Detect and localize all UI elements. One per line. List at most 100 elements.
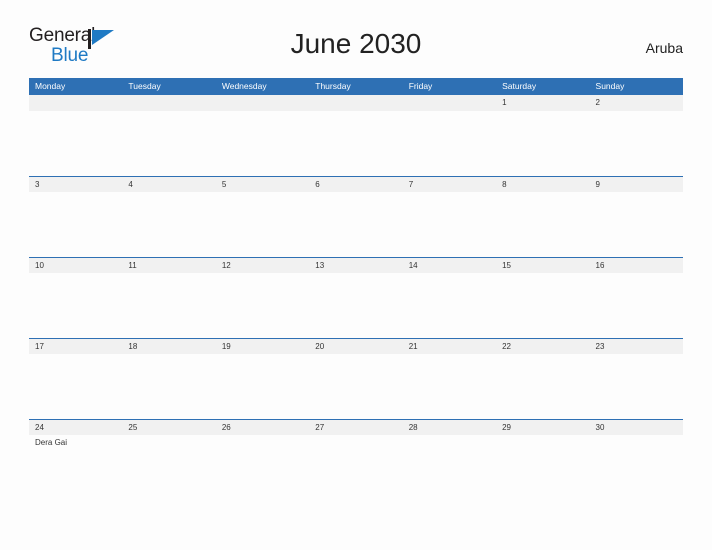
calendar-grid: Monday Tuesday Wednesday Thursday Friday Satu…: [29, 78, 683, 500]
day-number-empty: [122, 95, 215, 111]
week-event-strip: [29, 192, 683, 257]
day-number-10[interactable]: 10: [29, 258, 122, 273]
calendar-week-row: 10 11 12 13 14 15 16: [29, 257, 683, 338]
day-number-empty: [216, 95, 309, 111]
week-date-strip: 24 25 26 27 28 29 30: [29, 419, 683, 435]
day-cell-body[interactable]: [590, 354, 683, 419]
day-number-24[interactable]: 24: [29, 420, 122, 435]
day-cell-body[interactable]: [403, 354, 496, 419]
day-cell-body[interactable]: [496, 354, 589, 419]
day-cell-body[interactable]: [496, 435, 589, 500]
week-date-strip: 10 11 12 13 14 15 16: [29, 257, 683, 273]
day-cell-body[interactable]: [309, 111, 402, 176]
calendar-page: General Blue June 2030 Aruba Monday Tuesd…: [0, 0, 712, 550]
weekday-header-friday: Friday: [408, 81, 433, 91]
day-number-18[interactable]: 18: [122, 339, 215, 354]
calendar-week-row: 12: [29, 95, 683, 176]
day-cell-body[interactable]: [496, 273, 589, 338]
day-number-12[interactable]: 12: [216, 258, 309, 273]
day-cell-body[interactable]: [590, 273, 683, 338]
day-cell-body[interactable]: [496, 111, 589, 176]
day-cell-body[interactable]: [590, 435, 683, 500]
day-cell-body[interactable]: [122, 273, 215, 338]
day-cell-body[interactable]: [122, 354, 215, 419]
day-cell-body[interactable]: [29, 192, 122, 257]
day-number-27[interactable]: 27: [309, 420, 402, 435]
day-number-13[interactable]: 13: [309, 258, 402, 273]
weekday-header-tuesday: Tuesday: [128, 81, 161, 91]
day-number-25[interactable]: 25: [122, 420, 215, 435]
calendar-week-row: 24 25 26 27 28 29 30 Dera Gai: [29, 419, 683, 500]
day-number-20[interactable]: 20: [309, 339, 402, 354]
week-event-strip: Dera Gai: [29, 435, 683, 500]
day-cell-body[interactable]: [29, 273, 122, 338]
week-event-strip: [29, 354, 683, 419]
day-cell-body[interactable]: [403, 435, 496, 500]
day-number-26[interactable]: 26: [216, 420, 309, 435]
week-date-strip: 3456789: [29, 176, 683, 192]
day-cell-body[interactable]: [309, 435, 402, 500]
day-cell-body[interactable]: [309, 192, 402, 257]
weekday-header-monday: Monday: [35, 81, 66, 91]
day-number-22[interactable]: 22: [496, 339, 589, 354]
calendar-week-row: 3456789: [29, 176, 683, 257]
day-number-empty: [309, 95, 402, 111]
day-cell-body[interactable]: [496, 192, 589, 257]
day-number-15[interactable]: 15: [496, 258, 589, 273]
weekday-header-saturday: Saturday: [502, 81, 537, 91]
day-number-empty: [29, 95, 122, 111]
day-number-17[interactable]: 17: [29, 339, 122, 354]
page-title: June 2030: [290, 28, 422, 59]
page-header: General Blue June 2030 Aruba: [0, 0, 712, 65]
day-number-16[interactable]: 16: [590, 258, 683, 273]
day-number-8[interactable]: 8: [496, 177, 589, 192]
day-cell-body[interactable]: [216, 273, 309, 338]
calendar-weeks: 1 2 3 4 5 6 7 8 9 10 11 12 13 14 15 16 17 18 19 20 21 22 23 24 2…: [29, 95, 683, 500]
day-cell-body[interactable]: [216, 192, 309, 257]
day-number-empty: [403, 95, 496, 111]
day-number-4[interactable]: 4: [122, 177, 215, 192]
day-number-28[interactable]: 28: [403, 420, 496, 435]
day-number-9[interactable]: 9: [590, 177, 683, 192]
week-date-strip: 17 18 19 20 21 22 23: [29, 338, 683, 354]
day-number-19[interactable]: 19: [216, 339, 309, 354]
day-cell-body[interactable]: [29, 354, 122, 419]
day-number-23[interactable]: 23: [590, 339, 683, 354]
day-number-7[interactable]: 7: [403, 177, 496, 192]
day-cell-body[interactable]: [29, 111, 122, 176]
day-cell-body[interactable]: [216, 111, 309, 176]
day-cell-body[interactable]: [590, 192, 683, 257]
day-number-14[interactable]: 14: [403, 258, 496, 273]
weekday-header-wednesday: Wednesday: [221, 81, 267, 91]
day-cell-body[interactable]: [122, 111, 215, 176]
weekday-header-row: Monday Tuesday Wednesday Thursday Friday Satu…: [29, 78, 683, 95]
day-cell-body[interactable]: [122, 192, 215, 257]
day-number-6[interactable]: 6: [309, 177, 402, 192]
week-date-strip: 12: [29, 95, 683, 111]
day-cell-body[interactable]: [122, 435, 215, 500]
day-cell-body[interactable]: [309, 354, 402, 419]
weekday-header-sunday: Sunday: [595, 81, 625, 91]
day-number-11[interactable]: 11: [122, 258, 215, 273]
weekday-header-thursday: Thursday: [315, 81, 351, 91]
day-number-1[interactable]: 1: [496, 95, 589, 111]
week-event-strip: [29, 111, 683, 176]
day-number-29[interactable]: 29: [496, 420, 589, 435]
day-number-3[interactable]: 3: [29, 177, 122, 192]
holiday-label: Dera Gai: [35, 438, 68, 447]
country-label: Aruba: [645, 40, 683, 56]
day-cell-body[interactable]: Dera Gai: [29, 435, 122, 500]
day-number-2[interactable]: 2: [590, 95, 683, 111]
day-cell-body[interactable]: [403, 111, 496, 176]
day-cell-body[interactable]: [309, 273, 402, 338]
day-number-5[interactable]: 5: [216, 177, 309, 192]
day-cell-body[interactable]: [216, 435, 309, 500]
day-cell-body[interactable]: [403, 273, 496, 338]
day-number-30[interactable]: 30: [590, 420, 683, 435]
day-cell-body[interactable]: [403, 192, 496, 257]
day-cell-body[interactable]: [590, 111, 683, 176]
day-number-21[interactable]: 21: [403, 339, 496, 354]
day-cell-body[interactable]: [216, 354, 309, 419]
calendar-week-row: 17 18 19 20 21 22 23: [29, 338, 683, 419]
week-event-strip: [29, 273, 683, 338]
